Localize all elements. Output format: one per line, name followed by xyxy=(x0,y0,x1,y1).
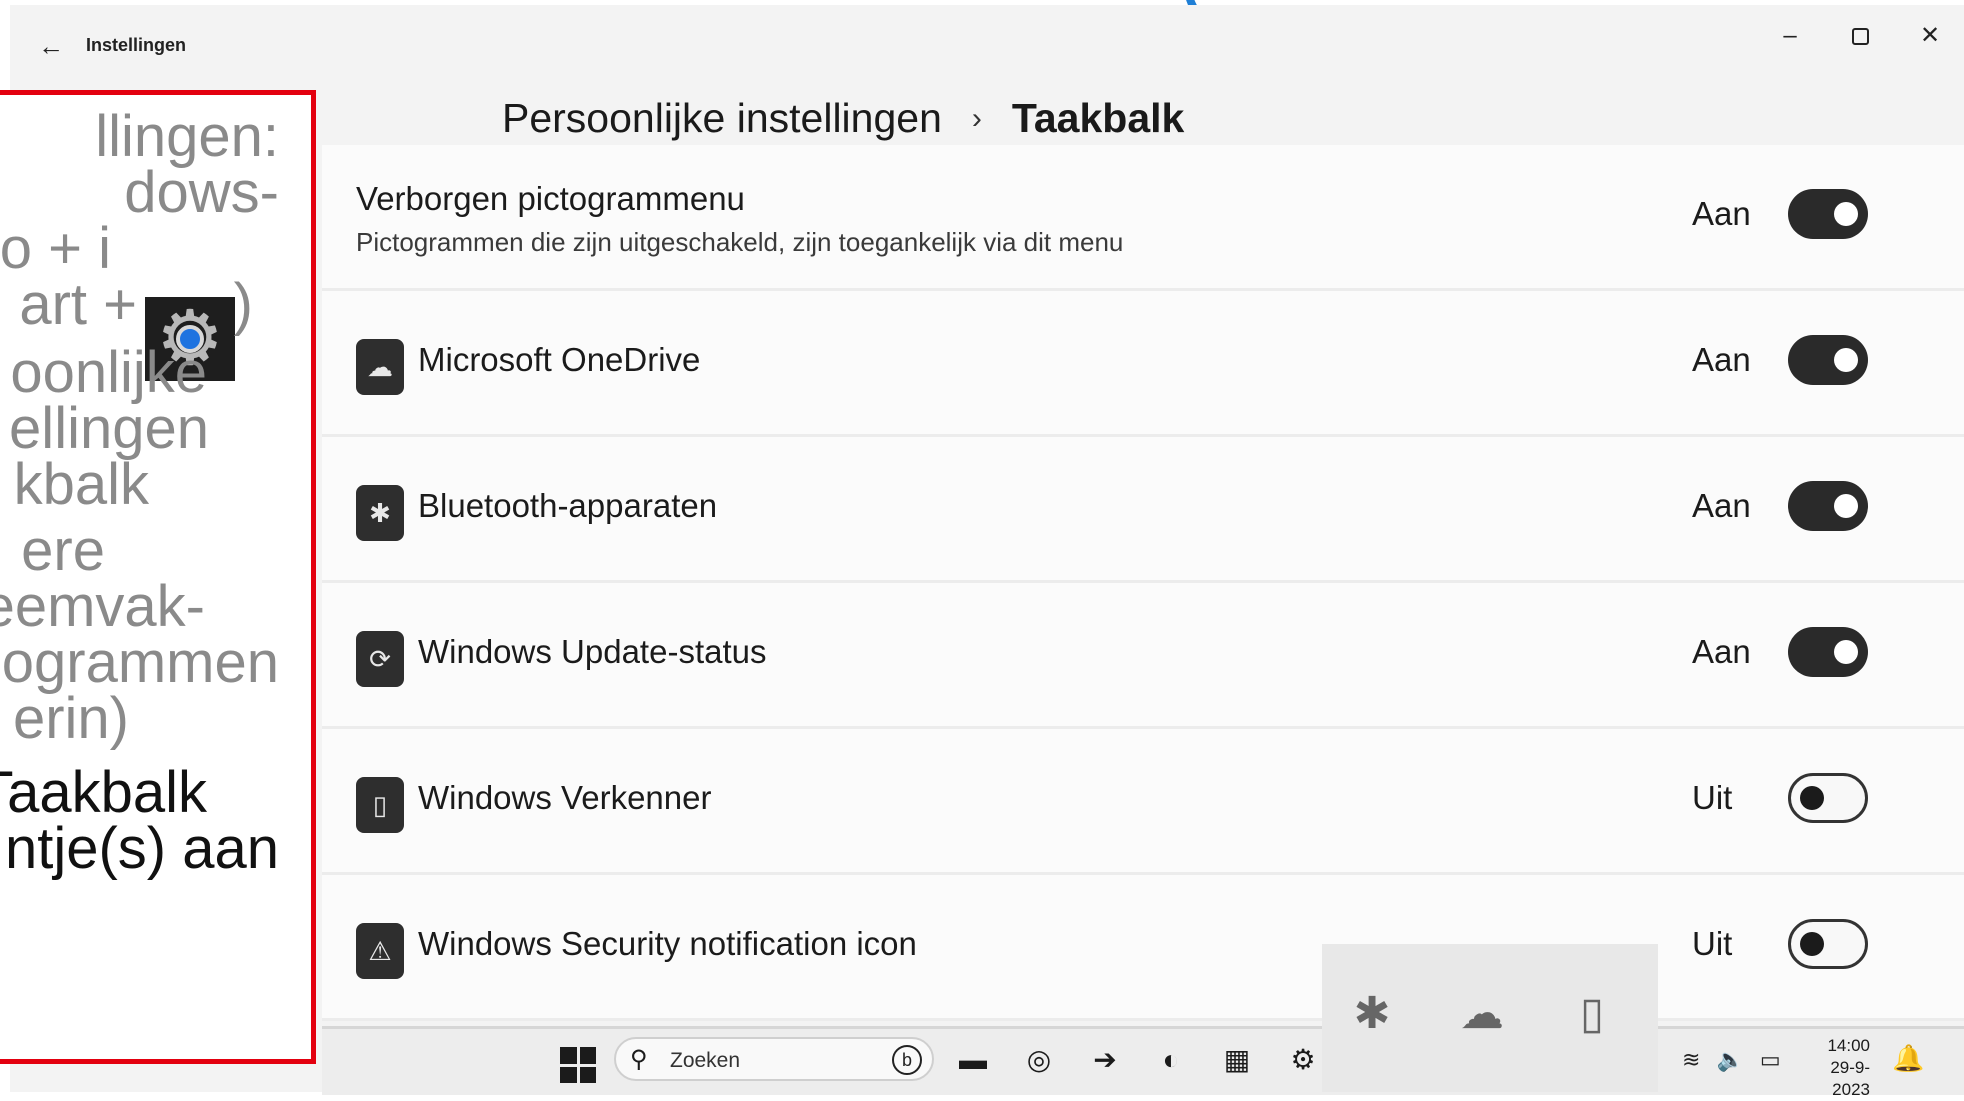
search-icon: ⚲ xyxy=(630,1046,648,1073)
search-placeholder: Zoeken xyxy=(670,1049,741,1072)
setting-row: ⟳ Windows Update-status Aan xyxy=(322,583,1964,729)
notification-bell-icon[interactable]: 🔔 xyxy=(1892,1043,1924,1074)
setting-title: Windows Security notification icon xyxy=(418,925,917,962)
settings-list: Verborgen pictogrammenu Pictogrammen die… xyxy=(322,145,1964,1021)
instruction-line: dows- xyxy=(124,160,279,225)
back-button[interactable]: ← xyxy=(38,31,78,61)
security-icon: ⚠ xyxy=(356,923,404,979)
search-input[interactable]: ⚲ Zoeken b xyxy=(614,1037,934,1081)
toggle-knob xyxy=(1834,202,1858,226)
toggle-state-label: Aan xyxy=(1692,487,1751,524)
toggle-switch[interactable] xyxy=(1788,335,1868,385)
setting-row: ⚠ Windows Security notification icon Uit xyxy=(322,875,1964,1021)
instruction-line: art + xyxy=(19,272,137,337)
clock[interactable]: 14:00 29-9-2023 xyxy=(1800,1035,1870,1101)
setting-row: ☁ Microsoft OneDrive Aan xyxy=(322,291,1964,437)
file-explorer-icon[interactable]: ▬ xyxy=(956,1043,990,1077)
system-tray: ≋ 🔈 ▭ xyxy=(1682,1047,1781,1073)
edge-icon[interactable]: ◐ xyxy=(1154,1043,1188,1077)
clock-time: 14:00 xyxy=(1827,1036,1870,1055)
app-title: Instellingen xyxy=(86,35,187,55)
settings-icon[interactable]: ⚙ xyxy=(1286,1043,1320,1077)
instruction-line: erin) xyxy=(12,686,129,751)
bing-icon[interactable]: b xyxy=(892,1045,922,1075)
store-icon[interactable]: ▦ xyxy=(1220,1043,1254,1077)
setting-title: Microsoft OneDrive xyxy=(418,341,701,378)
toggle-state-label: Aan xyxy=(1692,195,1751,232)
onedrive-icon: ☁ xyxy=(356,339,404,395)
setting-title: Windows Verkenner xyxy=(418,779,712,816)
title-bar: ← Instellingen – ✕ xyxy=(10,5,1964,85)
volume-icon[interactable]: 🔈 xyxy=(1716,1047,1743,1073)
setting-row: ✱ Bluetooth-apparaten Aan xyxy=(322,437,1964,583)
close-button[interactable]: ✕ xyxy=(1902,19,1958,53)
toggle-switch[interactable] xyxy=(1788,627,1868,677)
arrow-app-icon[interactable]: ➔ xyxy=(1088,1043,1122,1077)
toggle-knob xyxy=(1800,786,1824,810)
instruction-line: ntje(s) aan xyxy=(4,816,279,881)
instruction-line: kbalk xyxy=(13,452,149,517)
setting-title: Verborgen pictogrammenu xyxy=(356,180,745,217)
hidden-icon-menu-toggle[interactable] xyxy=(1788,189,1868,239)
page-title: Taakbalk xyxy=(1011,95,1185,141)
breadcrumb-parent[interactable]: Persoonlijke instellingen xyxy=(502,95,942,142)
toggle-state-label: Uit xyxy=(1692,779,1733,816)
clock-date: 29-9-2023 xyxy=(1830,1058,1870,1099)
setting-description: Pictogrammen die zijn uitgeschakeld, zij… xyxy=(356,227,1124,257)
onedrive-icon[interactable]: ☁ xyxy=(1452,984,1512,1044)
battery-icon[interactable]: ▭ xyxy=(1760,1047,1781,1073)
start-icon[interactable] xyxy=(560,1047,596,1083)
setting-title: Bluetooth-apparaten xyxy=(418,487,718,524)
usb-drive-icon[interactable]: ▯ xyxy=(1562,984,1622,1044)
tray-overflow-popup: ✱ ☁ ▯ xyxy=(1322,944,1658,1092)
toggle-knob xyxy=(1834,348,1858,372)
setting-row: ▯ Windows Verkenner Uit xyxy=(322,729,1964,875)
chevron-right-icon: › xyxy=(971,101,982,135)
wifi-icon[interactable]: ≋ xyxy=(1682,1047,1700,1073)
toggle-switch[interactable] xyxy=(1788,919,1868,969)
setting-title: Windows Update-status xyxy=(418,633,767,670)
maximize-button[interactable] xyxy=(1832,19,1888,53)
minimize-button[interactable]: – xyxy=(1762,19,1818,53)
usb-drive-icon: ▯ xyxy=(356,777,404,833)
bluetooth-icon: ✱ xyxy=(356,485,404,541)
instruction-panel: llingen: dows- o + i art + ⚙ ) oonlijke … xyxy=(0,90,316,1064)
toggle-knob xyxy=(1834,640,1858,664)
taskbar: ⚲ Zoeken b ▬ ◎ ➔ ◐ ▦ ⚙ ≋ 🔈 ▭ 14:00 29-9-2023 … xyxy=(322,1026,1964,1099)
toggle-knob xyxy=(1800,932,1824,956)
setting-row-hidden-icon-menu: Verborgen pictogrammenu Pictogrammen die… xyxy=(322,145,1964,291)
clock-app-icon[interactable]: ◎ xyxy=(1022,1043,1056,1077)
breadcrumb: Persoonlijke instellingen › Taakbalk xyxy=(502,95,1184,142)
toggle-switch[interactable] xyxy=(1788,773,1868,823)
toggle-state-label: Aan xyxy=(1692,633,1751,670)
maximize-icon xyxy=(1851,28,1869,46)
toggle-knob xyxy=(1834,494,1858,518)
update-icon: ⟳ xyxy=(356,631,404,687)
instruction-line: ) xyxy=(233,272,253,337)
toggle-state-label: Aan xyxy=(1692,341,1751,378)
bluetooth-icon[interactable]: ✱ xyxy=(1342,984,1402,1044)
toggle-state-label: Uit xyxy=(1692,925,1733,962)
toggle-switch[interactable] xyxy=(1788,481,1868,531)
